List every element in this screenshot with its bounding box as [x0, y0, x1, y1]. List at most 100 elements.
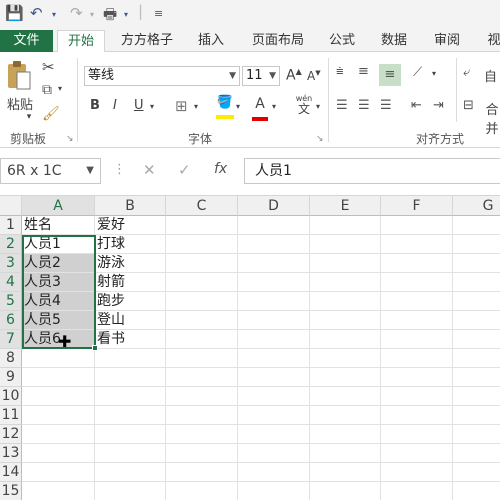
cell-g13[interactable]: [453, 444, 500, 463]
cell-f6[interactable]: [381, 311, 453, 330]
fill-handle[interactable]: [92, 345, 98, 351]
cell-g12[interactable]: [453, 425, 500, 444]
cell-b5[interactable]: 跑步: [95, 292, 166, 311]
cell-a11[interactable]: [22, 406, 95, 425]
row-header-14[interactable]: 14: [0, 463, 22, 482]
cell-b6[interactable]: 登山: [95, 311, 166, 330]
worksheet-grid[interactable]: ABCDEFG 12345678910111213141516 姓名爱好人员1打…: [0, 196, 500, 500]
cell-f13[interactable]: [381, 444, 453, 463]
align-middle-icon[interactable]: ≡: [358, 64, 369, 79]
cell-d15[interactable]: [238, 482, 310, 500]
row-header-6[interactable]: 6: [0, 311, 22, 330]
save-icon[interactable]: 💾: [5, 4, 24, 22]
cell-a6[interactable]: 人员5: [22, 311, 95, 330]
cell-g11[interactable]: [453, 406, 500, 425]
cell-f4[interactable]: [381, 273, 453, 292]
cell-e9[interactable]: [310, 368, 381, 387]
underline-dropdown-icon[interactable]: ▾: [150, 102, 154, 111]
cell-g3[interactable]: [453, 254, 500, 273]
name-box[interactable]: 6R x 1C ▼: [0, 158, 101, 184]
formula-input[interactable]: 人员1: [244, 158, 500, 184]
cell-g14[interactable]: [453, 463, 500, 482]
cell-c9[interactable]: [166, 368, 238, 387]
paste-icon[interactable]: [6, 60, 32, 92]
cell-d7[interactable]: [238, 330, 310, 349]
print-dropdown-icon[interactable]: ▾: [124, 10, 128, 19]
cell-d12[interactable]: [238, 425, 310, 444]
cell-d13[interactable]: [238, 444, 310, 463]
cell-e2[interactable]: [310, 235, 381, 254]
italic-button[interactable]: I: [113, 98, 117, 113]
cell-d14[interactable]: [238, 463, 310, 482]
border-dropdown-icon[interactable]: ▾: [194, 102, 198, 111]
row-header-13[interactable]: 13: [0, 444, 22, 463]
cell-d1[interactable]: [238, 216, 310, 235]
cell-g4[interactable]: [453, 273, 500, 292]
cell-c13[interactable]: [166, 444, 238, 463]
cell-d5[interactable]: [238, 292, 310, 311]
cell-a9[interactable]: [22, 368, 95, 387]
align-top-icon[interactable]: ⩧: [336, 64, 344, 79]
font-color-icon[interactable]: A: [252, 96, 268, 121]
cell-c8[interactable]: [166, 349, 238, 368]
wrap-text-icon[interactable]: ⤶: [463, 65, 470, 80]
cell-e5[interactable]: [310, 292, 381, 311]
cell-c1[interactable]: [166, 216, 238, 235]
shrink-font-button[interactable]: A▼: [307, 69, 321, 83]
cell-g5[interactable]: [453, 292, 500, 311]
cell-a10[interactable]: [22, 387, 95, 406]
tab-file[interactable]: 文件: [0, 30, 53, 52]
tab-formulas[interactable]: 公式: [324, 30, 360, 52]
cell-d3[interactable]: [238, 254, 310, 273]
row-header-5[interactable]: 5: [0, 292, 22, 311]
tab-review[interactable]: 审阅: [429, 30, 465, 52]
tab-view[interactable]: 视: [484, 30, 500, 52]
row-header-7[interactable]: 7: [0, 330, 22, 349]
column-header-c[interactable]: C: [166, 196, 238, 216]
cell-b11[interactable]: [95, 406, 166, 425]
cell-g2[interactable]: [453, 235, 500, 254]
row-header-12[interactable]: 12: [0, 425, 22, 444]
bold-button[interactable]: B: [90, 98, 100, 113]
cell-a3[interactable]: 人员2: [22, 254, 95, 273]
increase-indent-icon[interactable]: ⇥: [433, 98, 444, 113]
copy-icon[interactable]: ⧉: [42, 82, 52, 98]
cell-e12[interactable]: [310, 425, 381, 444]
row-header-11[interactable]: 11: [0, 406, 22, 425]
cell-g6[interactable]: [453, 311, 500, 330]
cell-e10[interactable]: [310, 387, 381, 406]
cell-f8[interactable]: [381, 349, 453, 368]
tab-insert[interactable]: 插入: [193, 30, 229, 52]
cell-b12[interactable]: [95, 425, 166, 444]
cell-b13[interactable]: [95, 444, 166, 463]
grow-font-button[interactable]: A▲: [286, 67, 302, 84]
paste-button[interactable]: 粘贴: [3, 94, 37, 113]
cell-f7[interactable]: [381, 330, 453, 349]
align-left-icon[interactable]: ☰: [336, 98, 348, 113]
cell-g10[interactable]: [453, 387, 500, 406]
font-color-dropdown-icon[interactable]: ▾: [272, 102, 276, 111]
orientation-icon[interactable]: ⟋: [413, 65, 422, 80]
border-icon[interactable]: ⊞: [175, 97, 188, 115]
column-header-b[interactable]: B: [95, 196, 166, 216]
decrease-indent-icon[interactable]: ⇤: [411, 98, 422, 113]
cell-f15[interactable]: [381, 482, 453, 500]
orientation-dropdown-icon[interactable]: ▾: [432, 69, 436, 78]
cell-b9[interactable]: [95, 368, 166, 387]
phonetic-guide-icon[interactable]: wén 文: [294, 94, 314, 115]
insert-function-icon[interactable]: fx: [214, 161, 227, 177]
cell-e8[interactable]: [310, 349, 381, 368]
cell-a5[interactable]: 人员4: [22, 292, 95, 311]
cell-a8[interactable]: [22, 349, 95, 368]
column-header-a[interactable]: A: [22, 196, 95, 216]
cell-b1[interactable]: 爱好: [95, 216, 166, 235]
cell-b10[interactable]: [95, 387, 166, 406]
cell-b3[interactable]: 游泳: [95, 254, 166, 273]
cell-f2[interactable]: [381, 235, 453, 254]
cell-f14[interactable]: [381, 463, 453, 482]
row-header-9[interactable]: 9: [0, 368, 22, 387]
cell-d9[interactable]: [238, 368, 310, 387]
cell-f10[interactable]: [381, 387, 453, 406]
cell-f3[interactable]: [381, 254, 453, 273]
cell-c5[interactable]: [166, 292, 238, 311]
